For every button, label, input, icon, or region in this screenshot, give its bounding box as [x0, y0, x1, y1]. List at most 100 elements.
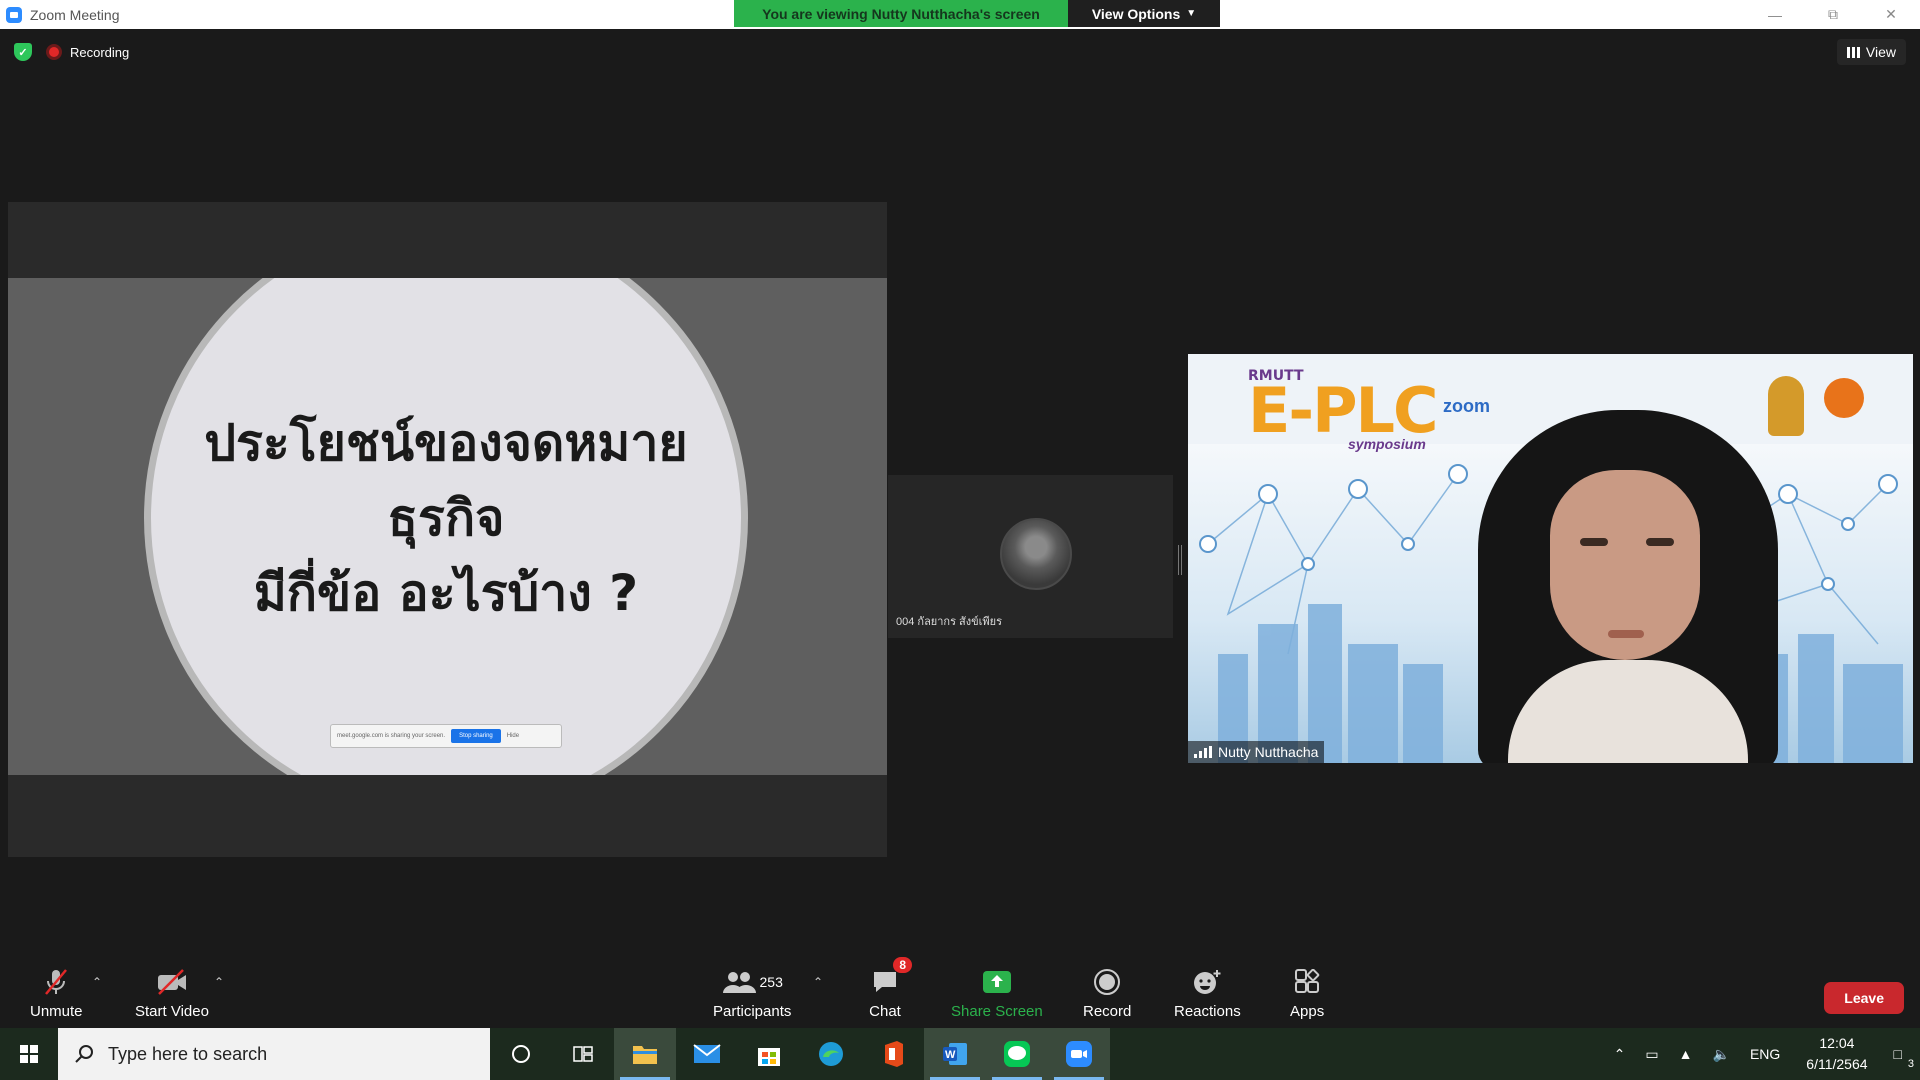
search-icon: [75, 1045, 93, 1063]
close-icon[interactable]: ✕: [1862, 0, 1920, 29]
slide-line-2: มีกี่ข้อ อะไรบ้าง ?: [253, 563, 639, 622]
svg-text:W: W: [945, 1049, 956, 1061]
view-button[interactable]: View: [1836, 39, 1906, 65]
speaker-video[interactable]: RMUTT E-PLC zoom symposium Nutty Nutthac…: [1188, 354, 1913, 763]
apps-label: Apps: [1290, 1003, 1325, 1020]
panel-splitter-handle[interactable]: [1178, 545, 1182, 575]
participants-icon: [722, 972, 756, 993]
record-button[interactable]: Record: [1083, 965, 1131, 1020]
apps-button[interactable]: Apps: [1290, 965, 1324, 1020]
windows-logo-icon: [20, 1045, 38, 1063]
unmute-button[interactable]: Unmute: [30, 965, 83, 1020]
slide-circle: ประโยชน์ของจดหมายธุรกิจ มีกี่ข้อ อะไรบ้า…: [144, 278, 748, 775]
presentation-slide: ประโยชน์ของจดหมายธุรกิจ มีกี่ข้อ อะไรบ้า…: [8, 278, 887, 775]
share-screen-icon: [980, 965, 1014, 999]
event-emblem-icon: [1824, 378, 1864, 418]
meeting-area: ✓ Recording View ประโยชน์ของจดหมายธุรกิจ…: [0, 29, 1920, 1027]
view-options-label: View Options: [1091, 5, 1181, 22]
window-controls: — ⧉ ✕: [1746, 0, 1920, 29]
office-icon[interactable]: [862, 1028, 924, 1080]
chat-button[interactable]: 8 Chat: [868, 957, 912, 1020]
store-icon[interactable]: [738, 1028, 800, 1080]
video-off-icon: [155, 965, 189, 999]
recording-bar: ✓ Recording: [14, 43, 129, 61]
chat-icon: 8: [868, 957, 912, 999]
battery-icon[interactable]: ▭: [1635, 1046, 1668, 1063]
record-icon: [1090, 965, 1124, 999]
screen-share-notice: meet.google.com is sharing your screen. …: [330, 724, 562, 748]
taskbar-clock[interactable]: 12:04 6/11/2564: [1790, 1033, 1883, 1075]
volume-icon[interactable]: 🔈: [1703, 1046, 1740, 1063]
search-placeholder: Type here to search: [108, 1043, 268, 1064]
clock-date: 6/11/2564: [1806, 1056, 1868, 1072]
speaker-person: [1478, 410, 1778, 763]
reactions-label: Reactions: [1174, 1003, 1241, 1020]
leave-button[interactable]: Leave: [1824, 982, 1904, 1014]
start-button[interactable]: [0, 1028, 58, 1080]
viewing-banner: You are viewing Nutty Nutthacha's screen…: [734, 0, 1220, 27]
speaker-name-tag: Nutty Nutthacha: [1188, 741, 1325, 763]
record-label: Record: [1083, 1003, 1132, 1020]
network-icon[interactable]: ▲: [1669, 1046, 1703, 1062]
speaker-mouth: [1608, 630, 1644, 638]
word-icon[interactable]: W: [924, 1028, 986, 1080]
chevron-down-icon: ▼: [1186, 8, 1197, 19]
share-screen-button[interactable]: Share Screen: [951, 965, 1043, 1020]
file-explorer-icon[interactable]: [614, 1028, 676, 1080]
participants-label: Participants: [713, 1003, 792, 1020]
share-notice-text: meet.google.com is sharing your screen.: [337, 733, 446, 739]
recording-label: Recording: [70, 44, 130, 60]
share-screen-label: Share Screen: [951, 1003, 1043, 1020]
windows-taskbar: Type here to search W ⌃ ▭ ▲ 🔈 ENG 12:04 …: [0, 1028, 1920, 1080]
minimize-icon[interactable]: —: [1746, 0, 1804, 29]
reactions-button[interactable]: Reactions: [1174, 965, 1241, 1020]
mail-icon[interactable]: [676, 1028, 738, 1080]
participant-name: 004 กัลยากร สังข์เพียร: [896, 616, 1003, 628]
video-options-caret-icon[interactable]: ⌃: [214, 975, 224, 989]
unmute-label: Unmute: [30, 1003, 83, 1020]
view-options-button[interactable]: View Options ▼: [1068, 0, 1220, 27]
window-title: Zoom Meeting: [30, 6, 120, 23]
zoom-app-icon: [6, 6, 22, 23]
taskbar-search[interactable]: Type here to search: [58, 1028, 490, 1080]
shield-icon[interactable]: ✓: [14, 43, 32, 61]
system-tray: ⌃ ▭ ▲ 🔈 ENG 12:04 6/11/2564 □ 3: [1604, 1028, 1920, 1080]
hide-button: Hide: [506, 733, 520, 739]
notifications-icon[interactable]: □ 3: [1884, 1046, 1920, 1070]
notification-count: 3: [1907, 1058, 1914, 1070]
start-video-label: Start Video: [135, 1003, 209, 1020]
cortana-icon[interactable]: [490, 1028, 552, 1080]
input-language[interactable]: ENG: [1740, 1046, 1790, 1062]
restore-icon[interactable]: ⧉: [1804, 0, 1862, 29]
participant-avatar: [1000, 518, 1072, 590]
clock-time: 12:04: [1819, 1035, 1855, 1051]
participants-button[interactable]: 253 Participants: [713, 965, 791, 1020]
chat-unread-badge: 8: [893, 957, 912, 973]
line-app-icon[interactable]: [986, 1028, 1048, 1080]
view-label: View: [1865, 44, 1896, 60]
chat-label: Chat: [869, 1003, 901, 1020]
start-video-button[interactable]: Start Video: [135, 965, 209, 1020]
symposium-text: symposium: [1348, 436, 1426, 452]
participants-icon-group: 253: [717, 965, 787, 999]
signal-icon: [1194, 746, 1212, 758]
speaker-eye-right: [1646, 538, 1674, 546]
participant-thumbnail[interactable]: 004 กัลยากร สังข์เพียร: [888, 475, 1173, 638]
apps-icon: [1290, 965, 1324, 999]
shared-screen[interactable]: ประโยชน์ของจดหมายธุรกิจ มีกี่ข้อ อะไรบ้า…: [8, 202, 887, 857]
speaker-name: Nutty Nutthacha: [1218, 744, 1319, 760]
speaker-eye-left: [1580, 538, 1608, 546]
grid-icon: [1846, 46, 1860, 58]
audio-options-caret-icon[interactable]: ⌃: [92, 975, 102, 989]
rmutt-text: RMUTT: [1248, 368, 1304, 384]
show-hidden-icons-icon[interactable]: ⌃: [1604, 1046, 1636, 1063]
slide-line-1: ประโยชน์ของจดหมายธุรกิจ: [204, 413, 688, 547]
stop-sharing-button: Stop sharing: [451, 729, 501, 743]
microphone-muted-icon: [39, 965, 73, 999]
task-view-icon[interactable]: [552, 1028, 614, 1080]
zoom-taskbar-icon[interactable]: [1048, 1028, 1110, 1080]
viewing-text: You are viewing Nutty Nutthacha's screen: [734, 0, 1068, 27]
participants-caret-icon[interactable]: ⌃: [813, 975, 823, 989]
edge-icon[interactable]: [800, 1028, 862, 1080]
recording-icon: [46, 44, 62, 60]
